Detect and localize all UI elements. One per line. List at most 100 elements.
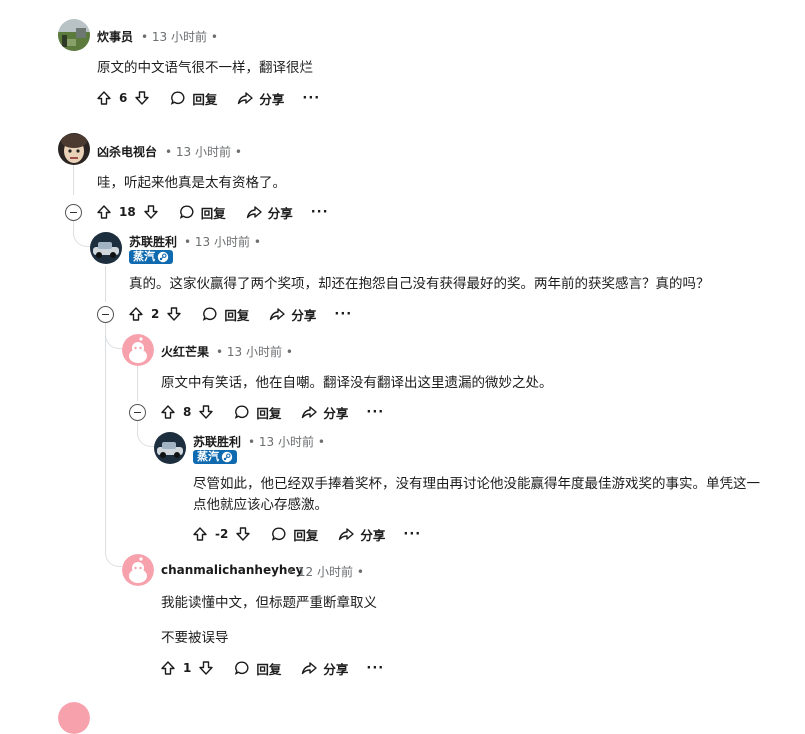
comment-time: 13 小时前 (151, 30, 207, 44)
comment-bubble-icon (272, 527, 286, 541)
share-button[interactable]: 分享 (237, 89, 284, 108)
comment-meta: • 13 小时前 • (184, 235, 261, 249)
upvote-icon[interactable] (128, 306, 144, 322)
comment-text: 哇，听起来他真是太有资格了。 (97, 175, 286, 191)
share-label: 分享 (259, 91, 285, 107)
comment-text: 原文的中文语气很不一样，翻译很烂 (97, 60, 313, 76)
downvote-icon[interactable] (143, 204, 159, 220)
share-button[interactable]: 分享 (246, 203, 293, 222)
avatar[interactable] (90, 232, 122, 264)
downvote-icon[interactable] (134, 90, 150, 106)
comment-text-line: 不要被误导 (161, 630, 229, 646)
thread-connector (105, 546, 122, 567)
upvote-icon[interactable] (160, 660, 176, 676)
share-button[interactable]: 分享 (269, 305, 316, 324)
comment-author[interactable]: 苏联胜利 (193, 433, 241, 450)
comment-time: 13 小时前 (194, 235, 250, 249)
share-icon (246, 206, 262, 219)
comment-bubble-icon (203, 307, 217, 321)
avatar[interactable] (122, 334, 154, 366)
reply-label: 回复 (192, 91, 218, 107)
collapse-thread-button[interactable] (129, 404, 146, 421)
vote-count: 6 (119, 91, 128, 105)
comment-actions: 8 回复 分享 ··· (160, 399, 384, 425)
comment-text: 原文中有笑话，他在自嘲。翻译没有翻译出这里遗漏的微妙之处。 (161, 375, 553, 391)
comment-bubble-icon (179, 205, 194, 219)
reply-button[interactable]: 回复 (234, 403, 281, 422)
reply-label: 回复 (200, 205, 226, 221)
upvote-icon[interactable] (160, 404, 176, 420)
avatar-face-image (58, 133, 90, 165)
collapse-thread-button[interactable] (65, 204, 82, 221)
downvote-icon[interactable] (198, 404, 214, 420)
comment-meta: • 13 小时前 • (248, 435, 325, 449)
share-icon (270, 308, 286, 321)
steam-icon (221, 451, 233, 463)
vote-count: 18 (119, 205, 136, 219)
avatar-landscape-image (58, 19, 90, 51)
thread-connector (105, 334, 122, 349)
comment-text: 真的。这家伙赢得了两个奖项，却还在抱怨自己没有获得最好的奖。两年前的获奖感言？真… (129, 276, 710, 292)
more-options-button[interactable]: ··· (334, 307, 352, 322)
reply-label: 回复 (256, 661, 282, 677)
reply-button[interactable]: 回复 (271, 525, 318, 544)
more-options-button[interactable]: ··· (403, 527, 421, 542)
comment-author[interactable]: chanmalichanheyhey (161, 563, 303, 577)
upvote-icon[interactable] (96, 204, 112, 220)
comment-meta: • 13 小时前 • (165, 145, 242, 159)
comment-actions: 1 回复 分享 ··· (160, 655, 384, 681)
avatar-car-image (154, 432, 186, 464)
more-options-button[interactable]: ··· (311, 205, 329, 220)
share-icon (339, 528, 355, 541)
comment-actions: 18 回复 分享 ··· (96, 199, 329, 225)
comment-author[interactable]: 苏联胜利 (129, 233, 177, 250)
reply-label: 回复 (293, 527, 319, 543)
comment-time: 13 小时前 (258, 435, 314, 449)
comment-time: 12 小时前 (297, 565, 353, 579)
comment-text-line: 尽管如此，他已经双手捧着奖杯，没有理由再讨论他没能赢得年度最佳游戏奖的事实。单凭… (193, 476, 760, 492)
thread-line (137, 366, 138, 401)
user-flair-badge: 蒸汽 (129, 250, 173, 264)
share-label: 分享 (323, 661, 349, 677)
upvote-icon[interactable] (192, 526, 208, 542)
comment-author[interactable]: 炊事员 (97, 28, 133, 45)
share-icon (302, 662, 318, 675)
flair-text: 蒸汽 (133, 250, 155, 263)
comment-author[interactable]: 火红芒果 (161, 343, 209, 360)
share-icon (302, 406, 318, 419)
share-button[interactable]: 分享 (301, 403, 348, 422)
reply-button[interactable]: 回复 (234, 659, 281, 678)
vote-count: 2 (151, 307, 160, 321)
avatar-car-image (90, 232, 122, 264)
avatar[interactable] (122, 554, 154, 586)
share-label: 分享 (360, 527, 386, 543)
comment-author[interactable]: 凶杀电视台 (97, 143, 157, 160)
share-label: 分享 (323, 405, 349, 421)
thread-line (73, 165, 74, 195)
avatar[interactable] (58, 133, 90, 165)
downvote-icon[interactable] (235, 526, 251, 542)
vote-count: -2 (215, 527, 229, 541)
more-options-button[interactable]: ··· (366, 405, 384, 420)
avatar[interactable] (58, 19, 90, 51)
thread-line (105, 321, 106, 549)
comment-meta: • 12 小时前 • (287, 565, 364, 579)
collapse-thread-button[interactable] (97, 306, 114, 323)
upvote-icon[interactable] (96, 90, 112, 106)
share-label: 分享 (291, 307, 317, 323)
share-label: 分享 (267, 205, 293, 221)
reply-button[interactable]: 回复 (170, 89, 217, 108)
reply-button[interactable]: 回复 (179, 203, 226, 222)
more-options-button[interactable]: ··· (366, 661, 384, 676)
default-avatar-icon (122, 554, 154, 586)
reply-button[interactable]: 回复 (202, 305, 249, 324)
comment-actions: 6 回复 分享 ··· (96, 85, 320, 111)
more-options-button[interactable]: ··· (302, 91, 320, 106)
share-button[interactable]: 分享 (338, 525, 385, 544)
steam-icon (157, 251, 169, 263)
avatar[interactable] (154, 432, 186, 464)
comment-meta: • 13 小时前 • (216, 345, 293, 359)
downvote-icon[interactable] (166, 306, 182, 322)
share-button[interactable]: 分享 (301, 659, 348, 678)
downvote-icon[interactable] (198, 660, 214, 676)
